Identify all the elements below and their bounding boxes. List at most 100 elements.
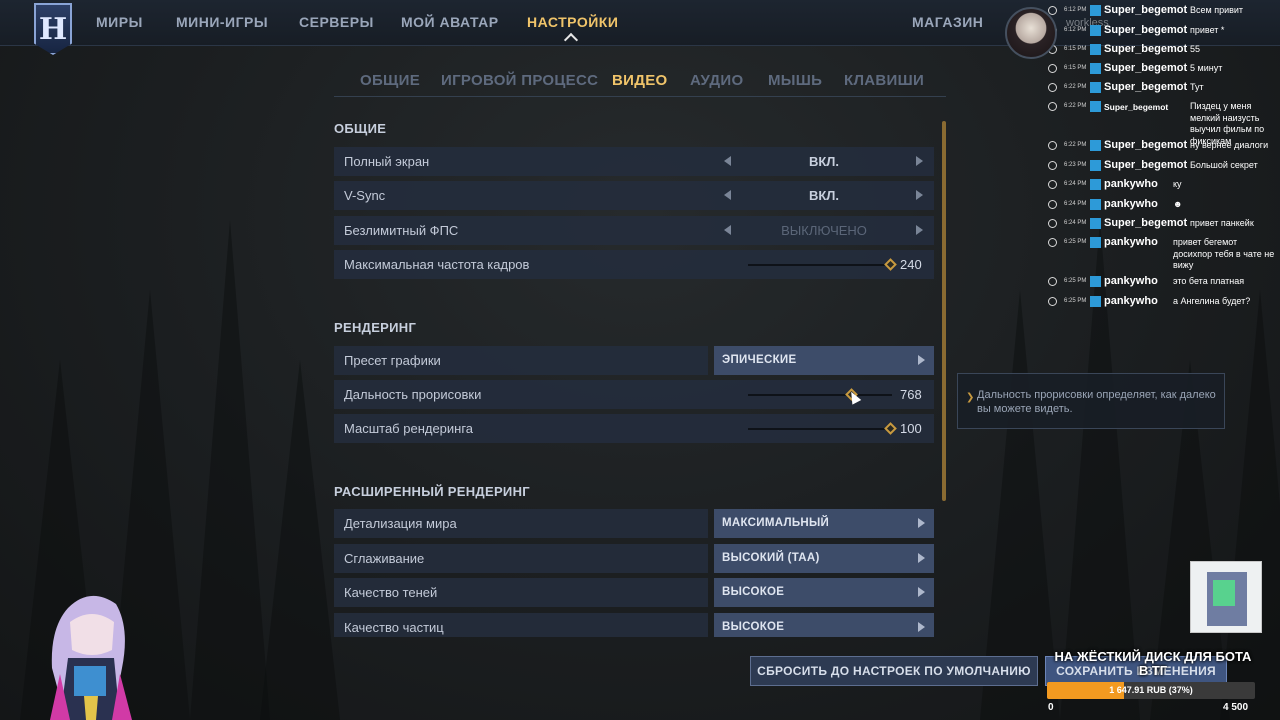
shadow-quality-dropdown[interactable]: ВЫСОКОЕ <box>714 578 934 607</box>
antialiasing-dropdown[interactable]: ВЫСОКИЙ (TAA) <box>714 544 934 573</box>
chat-username: Super_begemot <box>1104 24 1188 36</box>
reset-defaults-button[interactable]: СБРОСИТЬ ДО НАСТРОЕК ПО УМОЛЧАНИЮ <box>750 656 1038 686</box>
profile-avatar[interactable] <box>1005 7 1057 59</box>
setting-shadow-quality: Качество теней <box>334 578 708 607</box>
max-fps-slider-track[interactable] <box>748 264 892 266</box>
background-tree <box>190 220 270 720</box>
platform-badge-icon <box>1090 237 1101 248</box>
user-icon <box>1048 219 1057 228</box>
render-scale-slider-handle[interactable] <box>884 422 897 435</box>
setting-label: Сглаживание <box>344 551 425 566</box>
chat-username: Super_begemot <box>1104 4 1188 16</box>
chat-timestamp: 6:25 PM <box>1064 239 1087 245</box>
donation-goal-min: 0 <box>1048 702 1054 713</box>
arrow-right-icon <box>918 587 925 597</box>
user-icon <box>1048 277 1057 286</box>
chat-username: pankywho <box>1104 295 1158 307</box>
setting-label: Максимальная частота кадров <box>344 257 530 272</box>
setting-fullscreen: Полный экран ВКЛ. <box>334 147 934 176</box>
user-icon <box>1048 180 1057 189</box>
tab-audio[interactable]: АУДИО <box>690 72 743 89</box>
tab-general[interactable]: ОБЩИЕ <box>360 72 420 89</box>
nav-minigames[interactable]: МИНИ-ИГРЫ <box>176 14 268 30</box>
render-scale-slider-track[interactable] <box>748 428 892 430</box>
tab-keys[interactable]: КЛАВИШИ <box>844 72 924 89</box>
setting-world-detail: Детализация мира <box>334 509 708 538</box>
platform-badge-icon <box>1090 5 1101 16</box>
max-fps-slider-handle[interactable] <box>884 258 897 271</box>
slider-value: 240 <box>900 257 922 272</box>
setting-value: ВЫКЛЮЧЕНО <box>781 223 867 238</box>
section-title-advanced-rendering: РАСШИРЕННЫЙ РЕНДЕРИНГ <box>334 484 530 499</box>
nav-my-avatar[interactable]: МОЙ АВАТАР <box>401 14 499 30</box>
chat-timestamp: 6:15 PM <box>1064 65 1087 71</box>
setting-view-distance: Дальность прорисовки 768 <box>334 380 934 409</box>
user-icon <box>1048 83 1057 92</box>
user-icon <box>1048 200 1057 209</box>
arrow-left-icon[interactable] <box>724 156 731 166</box>
chat-text: 5 минут <box>1190 63 1223 73</box>
sticker-screen <box>1213 580 1235 606</box>
platform-badge-icon <box>1090 218 1101 229</box>
arrow-right-icon[interactable] <box>916 190 923 200</box>
nav-settings[interactable]: НАСТРОЙКИ <box>527 14 618 30</box>
dropdown-value: ВЫСОКОЕ <box>722 586 785 598</box>
settings-scrollbar[interactable] <box>942 121 946 501</box>
chat-timestamp: 6:24 PM <box>1064 181 1087 187</box>
platform-badge-icon <box>1090 44 1101 55</box>
slider-value: 768 <box>900 387 922 402</box>
platform-badge-icon <box>1090 160 1101 171</box>
chat-text: ☻ <box>1173 199 1183 209</box>
dropdown-value: МАКСИМАЛЬНЫЙ <box>722 517 830 529</box>
chat-timestamp: 6:12 PM <box>1064 7 1087 13</box>
arrow-left-icon[interactable] <box>724 225 731 235</box>
chat-text: привет бегемот досихпор тебя в чате не в… <box>1173 237 1275 270</box>
chat-timestamp: 6:22 PM <box>1064 142 1087 148</box>
chat-username: pankywho <box>1104 198 1158 210</box>
arrow-right-icon <box>918 622 925 632</box>
setting-antialiasing: Сглаживание <box>334 544 708 573</box>
platform-badge-icon <box>1090 82 1101 93</box>
platform-badge-icon <box>1090 140 1101 151</box>
world-detail-dropdown[interactable]: МАКСИМАЛЬНЫЙ <box>714 509 934 538</box>
setting-unlimited-fps: Безлимитный ФПС ВЫКЛЮЧЕНО <box>334 216 934 245</box>
chat-username: Super_begemot <box>1104 217 1188 229</box>
chat-username: Super_begemot <box>1104 139 1188 151</box>
chevron-right-icon: ❯ <box>966 392 975 403</box>
platform-badge-icon <box>1090 101 1101 112</box>
setting-label: V-Sync <box>344 188 386 203</box>
chat-timestamp: 6:24 PM <box>1064 220 1087 226</box>
stream-chat: 6:12 PM Super_begemot Всем привит 6:12 PM Su… <box>1046 0 1280 320</box>
platform-badge-icon <box>1090 63 1101 74</box>
arrow-right-icon[interactable] <box>916 225 923 235</box>
arrow-right-icon <box>918 355 925 365</box>
tab-video[interactable]: ВИДЕО <box>612 72 667 89</box>
setting-label: Полный экран <box>344 154 430 169</box>
chat-text: привет * <box>1190 25 1225 35</box>
graphics-preset-dropdown[interactable]: ЭПИЧЕСКИЕ <box>714 346 934 375</box>
chat-username: Super_begemot <box>1104 81 1188 93</box>
arrow-left-icon[interactable] <box>724 190 731 200</box>
section-title-general: ОБЩИЕ <box>334 121 387 136</box>
view-distance-slider-track[interactable] <box>748 394 892 396</box>
nav-servers[interactable]: СЕРВЕРЫ <box>299 14 374 30</box>
chat-text: это бета платная <box>1173 276 1245 286</box>
tab-gameplay[interactable]: ИГРОВОЙ ПРОЦЕСС <box>441 72 598 89</box>
nav-shop[interactable]: МАГАЗИН <box>912 14 983 30</box>
setting-label: Масштаб рендеринга <box>344 421 474 436</box>
arrow-right-icon <box>918 553 925 563</box>
setting-label: Безлимитный ФПС <box>344 223 459 238</box>
chat-timestamp: 6:25 PM <box>1064 298 1087 304</box>
setting-label: Дальность прорисовки <box>344 387 482 402</box>
donation-goal-progress-text: 1 647.91 RUB (37%) <box>1109 685 1193 695</box>
chat-username: pankywho <box>1104 178 1158 190</box>
chat-username: Super_begemot <box>1104 102 1169 112</box>
nav-worlds[interactable]: МИРЫ <box>96 14 143 30</box>
tooltip-text: Дальность прорисовки определяет, как дал… <box>977 389 1216 415</box>
tab-mouse[interactable]: МЫШЬ <box>768 72 822 89</box>
arrow-right-icon[interactable] <box>916 156 923 166</box>
chat-text: ку <box>1173 179 1182 189</box>
particle-quality-dropdown[interactable]: ВЫСОКОЕ <box>714 613 934 637</box>
stream-sticker-image <box>1190 561 1262 633</box>
game-logo[interactable]: H <box>34 3 72 55</box>
